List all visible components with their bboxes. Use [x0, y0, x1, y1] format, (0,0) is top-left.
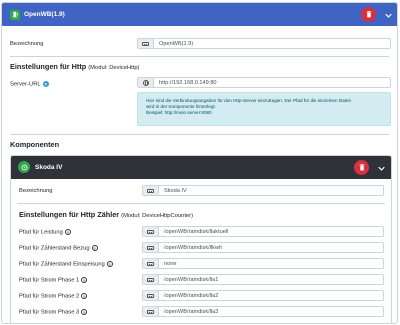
- help-icon[interactable]: ?: [81, 293, 88, 299]
- keyboard-icon: [143, 291, 159, 300]
- counter-field-value: /openWB/ramdisk/lla1: [164, 276, 219, 283]
- keyboard-icon: [143, 186, 159, 195]
- server-url-label: Server-URL?: [10, 81, 49, 88]
- chevron-down-icon: [377, 166, 385, 171]
- server-url-input[interactable]: http://192.168.0.149:80: [137, 77, 391, 88]
- help-icon[interactable]: ?: [42, 81, 49, 87]
- help-icon[interactable]: ?: [81, 277, 88, 283]
- server-url-info: Hier sind die Verbindungsangaben für den…: [137, 92, 391, 126]
- help-icon[interactable]: ?: [64, 229, 71, 235]
- keyboard-icon: [143, 227, 159, 236]
- counter-field-input[interactable]: /openWB/ramdisk/lla3: [142, 306, 384, 317]
- keyboard-icon: [143, 259, 159, 268]
- counter-field-value: /openWB/ramdisk/lla3: [164, 308, 219, 315]
- counter-field-label: Pfad für Strom Phase 3?: [19, 309, 88, 316]
- collapse-device-button[interactable]: [383, 10, 393, 20]
- component-card: Skoda IV Bezeichnung Skoda IV Einstellun…: [10, 155, 392, 323]
- counter-field-value: /openWB/ramdisk/lla2: [164, 292, 219, 299]
- keyboard-icon: [138, 39, 154, 48]
- divider: [17, 203, 385, 204]
- counter-field-value: /openWB/ramdisk/llkwh: [164, 244, 223, 251]
- counter-field-input[interactable]: /openWB/ramdisk/lla1: [142, 274, 384, 285]
- counter-field-label: Pfad für Zählerstand Einspeisung?: [19, 261, 113, 268]
- delete-component-button[interactable]: [354, 160, 369, 175]
- device-card: OpenWB(1.9) Bezeichnung OpenWB(1.9) Eins…: [1, 2, 398, 324]
- bezeichnung-input[interactable]: OpenWB(1.9): [137, 38, 391, 49]
- counter-field-input[interactable]: /openWB/ramdisk/llaktuell: [142, 226, 384, 237]
- component-header[interactable]: Skoda IV: [11, 156, 391, 179]
- counter-field-label: Pfad für Strom Phase 2?: [19, 293, 88, 300]
- help-icon[interactable]: ?: [106, 261, 113, 267]
- keyboard-icon: [143, 275, 159, 284]
- charging-station-icon: [10, 9, 20, 20]
- http-counter-settings-title: Einstellungen für Http Zähler (Modul: De…: [19, 210, 194, 219]
- globe-icon: [138, 78, 154, 87]
- keyboard-icon: [143, 307, 159, 316]
- component-bezeichnung-input[interactable]: Skoda IV: [142, 185, 384, 196]
- help-icon[interactable]: ?: [81, 309, 88, 315]
- counter-icon: [18, 161, 30, 173]
- device-title: OpenWB(1.9): [24, 11, 65, 18]
- counter-field-input[interactable]: none: [142, 258, 384, 269]
- counter-field-input[interactable]: /openWB/ramdisk/lla2: [142, 290, 384, 301]
- counter-field-input[interactable]: /openWB/ramdisk/llkwh: [142, 242, 384, 253]
- counter-field-label: Pfad für Zählerstand Bezug?: [19, 245, 98, 252]
- trash-icon: [366, 11, 371, 18]
- component-bezeichnung-label: Bezeichnung: [19, 188, 53, 194]
- counter-field-label: Pfad für Strom Phase 1?: [19, 277, 88, 284]
- trash-icon: [359, 164, 364, 171]
- delete-device-button[interactable]: [361, 7, 376, 22]
- counter-field-value: /openWB/ramdisk/llaktuell: [164, 228, 229, 235]
- http-settings-title: Einstellungen für Http (Modul: DeviceHtt…: [10, 62, 140, 71]
- device-header[interactable]: OpenWB(1.9): [2, 3, 397, 26]
- chevron-down-icon: [384, 13, 392, 18]
- component-title: Skoda IV: [35, 164, 63, 171]
- collapse-component-button[interactable]: [376, 163, 386, 173]
- divider: [10, 56, 389, 57]
- help-icon[interactable]: ?: [91, 245, 98, 251]
- counter-field-label: Pfad für Leistung?: [19, 229, 71, 236]
- keyboard-icon: [143, 243, 159, 252]
- bezeichnung-label: Bezeichnung: [10, 41, 44, 47]
- divider: [10, 134, 389, 135]
- components-title: Komponenten: [10, 140, 60, 149]
- counter-field-value: none: [164, 260, 177, 267]
